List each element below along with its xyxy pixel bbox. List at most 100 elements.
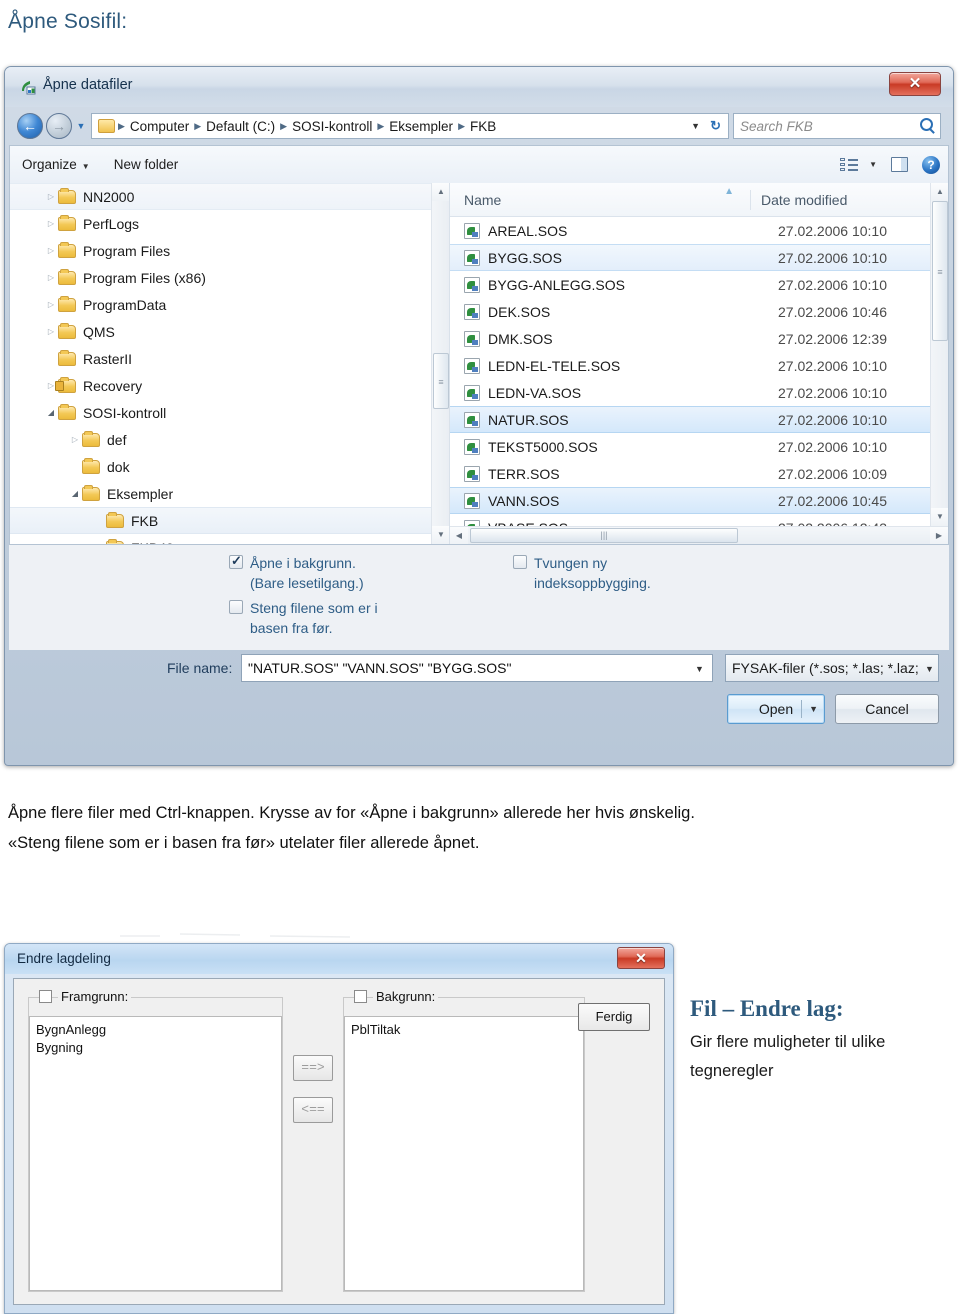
file-row[interactable]: AREAL.SOS 27.02.2006 10:10 <box>450 217 948 244</box>
filename-input[interactable]: "NATUR.SOS" "VANN.SOS" "BYGG.SOS" <box>241 654 713 682</box>
tree-scroll-thumb[interactable]: ≡ <box>433 353 449 409</box>
scroll-down-icon[interactable]: ▼ <box>432 526 449 544</box>
scroll-up-icon[interactable]: ▲ <box>931 183 948 201</box>
recent-locations-icon[interactable]: ▼ <box>75 121 87 131</box>
scroll-down-icon[interactable]: ▼ <box>931 508 948 526</box>
file-row[interactable]: TEKST5000.SOS 27.02.2006 10:10 <box>450 433 948 460</box>
file-row[interactable]: DEK.SOS 27.02.2006 10:46 <box>450 298 948 325</box>
breadcrumb[interactable]: ▶ Computer ▶ Default (C:) ▶ SOSI-kontrol… <box>91 113 729 139</box>
close-icon[interactable]: ✕ <box>617 947 665 969</box>
framgrunn-listbox[interactable]: BygnAnlegg Bygning <box>29 1016 282 1291</box>
chevron-collapsed-icon[interactable]: ▷ <box>92 543 106 544</box>
tree-item-sosi-kontroll[interactable]: ◢ SOSI-kontroll <box>10 399 449 426</box>
folder-tree[interactable]: ▷ NN2000 ▷ PerfLogs ▷ Program Files ▷ Program F… <box>10 183 450 544</box>
close-button[interactable]: ✕ <box>889 72 941 96</box>
scroll-right-icon[interactable]: ▶ <box>930 527 948 544</box>
tree-item-program-files[interactable]: ▷ Program Files <box>10 237 449 264</box>
help-icon[interactable]: ? <box>922 155 940 174</box>
tree-item-qms[interactable]: ▷ QMS <box>10 318 449 345</box>
file-row[interactable]: BYGG-ANLEGG.SOS 27.02.2006 10:10 <box>450 271 948 298</box>
side-body-line-2: tegneregler <box>690 1062 774 1080</box>
file-list-hscrollbar[interactable]: ◀ ||| ▶ <box>450 526 948 544</box>
option-steng-filene[interactable]: Steng filene som er i basen fra før. <box>229 598 378 638</box>
checkbox-apne-i-bakgrunn[interactable] <box>229 553 243 569</box>
tree-item-perflogs[interactable]: ▷ PerfLogs <box>10 210 449 237</box>
breadcrumb-item-sosi-kontroll[interactable]: SOSI-kontroll <box>288 119 376 134</box>
open-button[interactable]: Open ▼ <box>727 694 825 724</box>
tree-item-recovery[interactable]: ▷ Recovery <box>10 372 449 399</box>
file-row[interactable]: TERR.SOS 27.02.2006 10:09 <box>450 460 948 487</box>
file-row[interactable]: DMK.SOS 27.02.2006 12:39 <box>450 325 948 352</box>
tree-item-programdata[interactable]: ▷ ProgramData <box>10 291 449 318</box>
chevron-down-icon[interactable]: ▼ <box>925 664 934 674</box>
tree-item-def[interactable]: ▷ def <box>10 426 449 453</box>
file-date-modified: 27.02.2006 10:46 <box>778 303 887 320</box>
option-apne-i-bakgrunn[interactable]: Åpne i bakgrunn. (Bare lesetilgang.) <box>229 553 364 593</box>
tree-item-nn2000[interactable]: ▷ NN2000 <box>10 183 449 210</box>
chevron-collapsed-icon[interactable]: ▷ <box>44 300 58 309</box>
option-tvungen-ny-indeks[interactable]: Tvungen ny indeksoppbygging. <box>513 553 651 593</box>
file-row[interactable]: NATUR.SOS 27.02.2006 10:10 <box>450 406 948 433</box>
chevron-down-icon[interactable]: ▼ <box>809 695 818 723</box>
breadcrumb-item-eksempler[interactable]: Eksempler <box>385 119 457 134</box>
tree-scrollbar[interactable]: ▲ ≡ ▼ <box>431 183 449 544</box>
chevron-collapsed-icon[interactable]: ▷ <box>44 327 58 336</box>
bakgrunn-listbox[interactable]: PblTiltak <box>344 1016 584 1291</box>
list-item[interactable]: Bygning <box>36 1039 281 1057</box>
chevron-expanded-icon[interactable]: ◢ <box>44 408 58 417</box>
list-item[interactable]: PblTiltak <box>351 1021 583 1039</box>
breadcrumb-item-computer[interactable]: Computer <box>126 119 193 134</box>
preview-pane-icon[interactable] <box>891 157 908 172</box>
refresh-icon[interactable]: ↻ <box>710 118 721 134</box>
column-header-name[interactable]: Name ▲ <box>450 186 750 208</box>
checkbox-steng-filene[interactable] <box>229 600 243 614</box>
breadcrumb-item-default-c[interactable]: Default (C:) <box>202 119 279 134</box>
chevron-down-icon[interactable]: ▼ <box>869 160 877 169</box>
scroll-up-icon[interactable]: ▲ <box>432 183 449 201</box>
checkbox-framgrunn[interactable] <box>39 990 52 1003</box>
file-row[interactable]: LEDN-VA.SOS 27.02.2006 10:10 <box>450 379 948 406</box>
chevron-collapsed-icon[interactable]: ▷ <box>68 435 82 444</box>
back-arrow-icon[interactable]: ← <box>17 113 43 139</box>
file-list-pane[interactable]: Name ▲ Date modified AREAL.SOS 27.02.2006… <box>450 183 948 544</box>
scroll-left-icon[interactable]: ◀ <box>450 527 468 544</box>
sos-file-icon <box>464 222 480 239</box>
chevron-down-icon[interactable]: ▼ <box>691 121 700 131</box>
checkbox-bakgrunn[interactable] <box>354 990 367 1003</box>
file-list-scrollbar[interactable]: ▲ ≡ ▼ <box>930 183 948 526</box>
chevron-collapsed-icon[interactable]: ▷ <box>44 246 58 255</box>
tree-item-fkb[interactable]: FKB <box>10 507 449 534</box>
tree-item-rasterii[interactable]: RasterII <box>10 345 449 372</box>
move-left-button[interactable]: <== <box>293 1097 333 1123</box>
breadcrumb-item-fkb[interactable]: FKB <box>466 119 500 134</box>
chevron-expanded-icon[interactable]: ◢ <box>68 489 82 498</box>
tree-item-fkb40[interactable]: ▷ FKB40 <box>10 534 449 544</box>
file-list-scroll-thumb[interactable]: ≡ <box>932 201 948 341</box>
chevron-down-icon[interactable]: ▼ <box>695 664 704 674</box>
chevron-collapsed-icon[interactable]: ▷ <box>44 192 58 201</box>
file-row[interactable]: LEDN-EL-TELE.SOS 27.02.2006 10:10 <box>450 352 948 379</box>
tree-item-program-files-x86[interactable]: ▷ Program Files (x86) <box>10 264 449 291</box>
forward-arrow-icon[interactable]: → <box>46 113 72 139</box>
bakgrunn-header[interactable]: Bakgrunn: <box>354 989 439 1004</box>
cancel-button[interactable]: Cancel <box>835 694 939 724</box>
dialog-titlebar: Åpne datafiler ✕ <box>5 67 953 107</box>
new-folder-button[interactable]: New folder <box>102 157 191 172</box>
file-row[interactable]: BYGG.SOS 27.02.2006 10:10 <box>450 244 948 271</box>
list-item[interactable]: BygnAnlegg <box>36 1021 281 1039</box>
file-row[interactable]: VANN.SOS 27.02.2006 10:45 <box>450 487 948 514</box>
ferdig-button[interactable]: Ferdig <box>578 1003 650 1031</box>
checkbox-tvungen-ny-indeks[interactable] <box>513 555 527 569</box>
chevron-collapsed-icon[interactable]: ▷ <box>44 273 58 282</box>
file-type-filter-select[interactable]: FYSAK-filer (*.sos; *.las; *.laz; <box>725 654 939 682</box>
move-right-button[interactable]: ==> <box>293 1055 333 1081</box>
view-list-icon[interactable] <box>840 157 859 172</box>
file-list-hscroll-thumb[interactable]: ||| <box>470 528 738 543</box>
framgrunn-header[interactable]: Framgrunn: <box>39 989 132 1004</box>
column-header-date[interactable]: Date modified <box>750 189 948 210</box>
tree-item-dok[interactable]: dok <box>10 453 449 480</box>
search-input[interactable]: Search FKB <box>733 113 941 139</box>
chevron-collapsed-icon[interactable]: ▷ <box>44 219 58 228</box>
organize-button[interactable]: Organize ▼ <box>10 157 102 172</box>
tree-item-eksempler[interactable]: ◢ Eksempler <box>10 480 449 507</box>
